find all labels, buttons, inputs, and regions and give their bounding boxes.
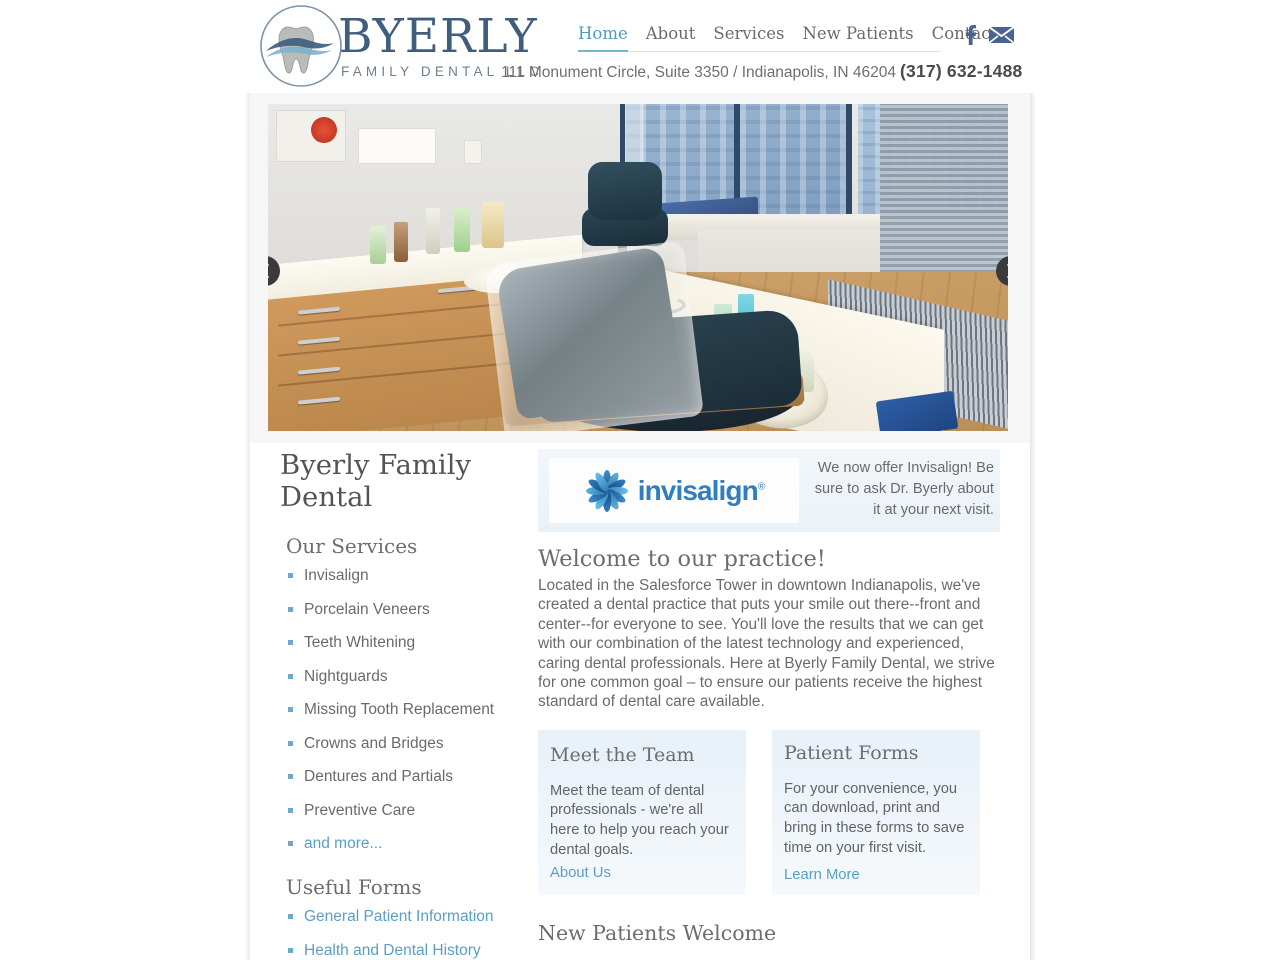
page-root: BYERLY FAMILY DENTAL LLC Home About Serv… xyxy=(0,0,1280,960)
service-label: Teeth Whitening xyxy=(304,634,416,651)
tooth-swoosh-logo-icon xyxy=(258,3,344,89)
list-item: Porcelain Veneers xyxy=(286,600,530,620)
address-text: 111 Monument Circle, Suite 3350 / Indian… xyxy=(501,64,896,81)
new-patients-heading: New Patients Welcome xyxy=(538,920,777,945)
services-heading: Our Services xyxy=(286,534,418,558)
content-shell: Byerly Family Dental Our Services Invisa… xyxy=(244,93,1036,960)
service-label: Missing Tooth Replacement xyxy=(304,701,495,718)
window-blinds xyxy=(880,104,1008,300)
nav-item-home[interactable]: Home xyxy=(578,24,628,52)
card-meet-the-team[interactable]: Meet the Team Meet the team of dental pr… xyxy=(538,729,746,895)
form-link-health-and-dental-history[interactable]: Health and Dental History xyxy=(304,942,481,959)
social-links xyxy=(960,24,1015,46)
list-item: Teeth Whitening xyxy=(286,633,530,653)
email-icon[interactable] xyxy=(988,25,1015,45)
service-label: Nightguards xyxy=(304,667,388,685)
invisalign-wordmark: invisalign® xyxy=(637,474,766,507)
facebook-icon[interactable] xyxy=(960,24,980,46)
phone-number[interactable]: (317) 632-1488 xyxy=(900,61,1022,82)
wall-poster xyxy=(276,110,346,162)
list-item: Invisalign xyxy=(286,566,530,586)
list-item: Preventive Care xyxy=(286,801,530,821)
invisalign-promo-text: We now offer Invisalign! Be sure to ask … xyxy=(814,460,994,518)
forms-heading: Useful Forms xyxy=(286,875,422,899)
hero-carousel xyxy=(268,104,1008,431)
main-content: invisalign® We now offer Invisalign! Be … xyxy=(538,443,1000,960)
forms-list: General Patient Information Health and D… xyxy=(280,907,530,960)
feature-cards: Meet the Team Meet the team of dental pr… xyxy=(538,729,1000,895)
plastic-drape xyxy=(484,240,704,431)
welcome-heading: Welcome to our practice! xyxy=(538,546,826,572)
nav-item-new-patients[interactable]: New Patients xyxy=(802,24,913,50)
logo-wordmark: BYERLY xyxy=(338,9,538,64)
registered-mark: ® xyxy=(757,481,765,493)
main-navigation: Home About Services New Patients Contact xyxy=(578,24,997,52)
invisalign-promo-banner: invisalign® We now offer Invisalign! Be … xyxy=(538,449,1000,532)
services-more-link[interactable]: and more... xyxy=(304,835,382,852)
service-label: Dentures and Partials xyxy=(304,768,454,785)
learn-more-link[interactable]: Learn More xyxy=(784,867,860,883)
nav-item-about[interactable]: About xyxy=(646,24,696,50)
card-heading: Meet the Team xyxy=(550,743,695,766)
body-area: Byerly Family Dental Our Services Invisa… xyxy=(250,443,1030,960)
service-label: Porcelain Veneers xyxy=(304,600,430,618)
list-item: Nightguards xyxy=(286,667,530,687)
service-label: Crowns and Bridges xyxy=(304,734,444,752)
service-label: Invisalign xyxy=(304,567,369,584)
form-link-general-patient-information[interactable]: General Patient Information xyxy=(304,908,494,925)
services-list: Invisalign Porcelain Veneers Teeth White… xyxy=(280,566,530,854)
about-us-link[interactable]: About Us xyxy=(550,865,611,881)
card-body: Meet the team of dental professionals - … xyxy=(550,782,729,858)
service-label: Preventive Care xyxy=(304,801,416,819)
page-title: Byerly Family Dental xyxy=(280,449,472,513)
nav-item-services[interactable]: Services xyxy=(713,24,784,50)
card-body: For your convenience, you can download, … xyxy=(784,780,965,856)
list-item: Dentures and Partials xyxy=(286,767,530,787)
list-item: Missing Tooth Replacement xyxy=(286,700,530,720)
list-item: Crowns and Bridges xyxy=(286,734,530,754)
dental-stool xyxy=(588,162,662,220)
sidebar: Byerly Family Dental Our Services Invisa… xyxy=(280,443,530,960)
invisalign-starburst-icon xyxy=(584,468,630,514)
welcome-paragraph: Located in the Salesforce Tower in downt… xyxy=(538,577,995,711)
hero-band xyxy=(250,93,1030,443)
invisalign-logo: invisalign® xyxy=(549,458,799,523)
list-item[interactable]: Health and Dental History xyxy=(286,941,530,960)
card-patient-forms[interactable]: Patient Forms For your convenience, you … xyxy=(772,729,980,895)
site-header: BYERLY FAMILY DENTAL LLC Home About Serv… xyxy=(0,0,1280,93)
invisalign-word: invisalign xyxy=(637,474,759,506)
list-item[interactable]: and more... xyxy=(286,834,530,854)
list-item[interactable]: General Patient Information xyxy=(286,907,530,927)
card-heading: Patient Forms xyxy=(784,741,919,764)
